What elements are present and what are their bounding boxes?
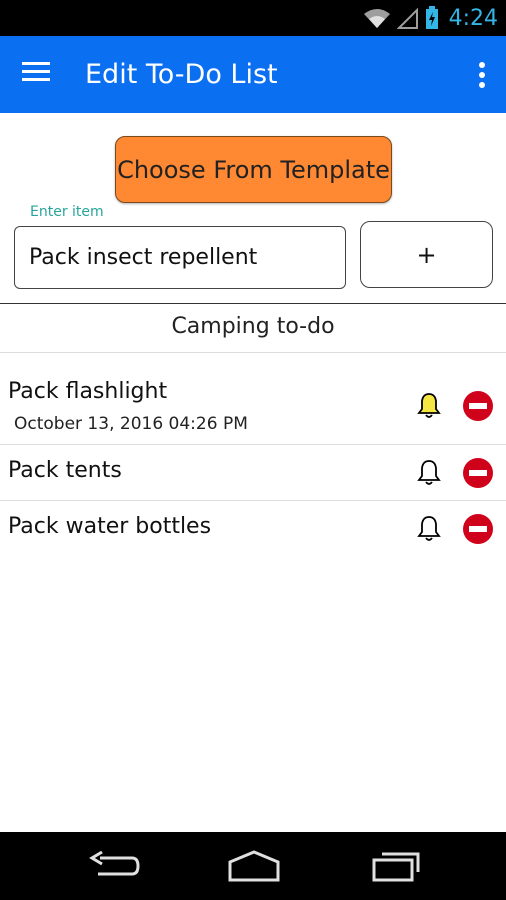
- list-title: Camping to-do: [171, 314, 335, 339]
- item-text: Pack flashlight: [8, 379, 168, 404]
- remove-button[interactable]: [462, 513, 494, 545]
- item-date: October 13, 2016 04:26 PM: [14, 414, 248, 434]
- menu-icon: [22, 62, 50, 81]
- home-button[interactable]: [226, 848, 282, 884]
- item-text: Pack water bottles: [8, 514, 212, 539]
- bell-icon: [417, 460, 441, 485]
- home-icon: [228, 850, 280, 882]
- list-item[interactable]: Pack water bottles: [0, 501, 506, 557]
- remove-icon: [463, 458, 493, 488]
- battery-icon: [425, 6, 438, 29]
- overflow-icon: [479, 62, 485, 88]
- recents-button[interactable]: [368, 848, 424, 884]
- list-item[interactable]: Pack tents: [0, 445, 506, 501]
- add-item-button[interactable]: +: [360, 221, 493, 288]
- status-time: 4:24: [448, 5, 498, 31]
- system-nav-bar: [0, 832, 506, 900]
- todo-list: Pack flashlight October 13, 2016 04:26 P…: [0, 353, 506, 557]
- wifi-icon: [363, 9, 390, 28]
- reminder-button[interactable]: [416, 459, 442, 487]
- remove-icon: [463, 514, 493, 544]
- remove-icon: [463, 391, 493, 421]
- back-button[interactable]: [86, 848, 142, 884]
- recents-icon: [372, 852, 420, 882]
- divider: [0, 303, 506, 304]
- overflow-menu-button[interactable]: [472, 58, 492, 92]
- reminder-button[interactable]: [416, 392, 442, 420]
- signal-icon: [396, 7, 418, 29]
- bell-icon: [417, 393, 441, 418]
- remove-button[interactable]: [462, 457, 494, 489]
- choose-template-button[interactable]: Choose From Template: [115, 136, 392, 203]
- bell-icon: [417, 516, 441, 541]
- page-title: Edit To-Do List: [85, 59, 278, 90]
- status-bar: 4:24: [0, 0, 506, 36]
- reminder-button[interactable]: [416, 515, 442, 543]
- app-bar: Edit To-Do List: [0, 36, 506, 113]
- item-input[interactable]: [14, 226, 346, 289]
- status-icons: 4:24: [363, 0, 498, 36]
- menu-button[interactable]: [22, 60, 58, 90]
- list-item[interactable]: Pack flashlight October 13, 2016 04:26 P…: [0, 353, 506, 445]
- enter-item-label: Enter item: [30, 204, 104, 220]
- remove-button[interactable]: [462, 390, 494, 422]
- item-text: Pack tents: [8, 458, 122, 483]
- back-icon: [89, 850, 140, 876]
